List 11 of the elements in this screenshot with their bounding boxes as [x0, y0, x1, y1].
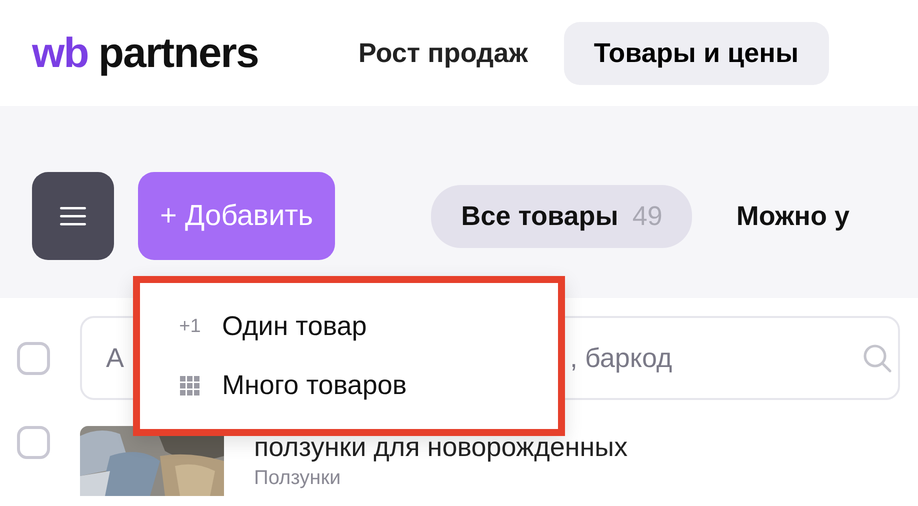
- logo-brand: wb: [32, 29, 88, 77]
- filter-label: Все товары: [461, 200, 618, 232]
- plus-one-icon: +1: [179, 316, 201, 338]
- filter-label: Можно у: [736, 200, 850, 232]
- menu-item-label: Много товаров: [222, 370, 407, 401]
- logo-name: partners: [98, 29, 258, 77]
- product-category: Ползунки: [254, 467, 342, 490]
- search-placeholder: , баркод: [570, 342, 672, 374]
- search-placeholder: А: [106, 342, 124, 374]
- filter-count: 49: [632, 200, 662, 232]
- menu-item-label: Один товар: [222, 311, 367, 342]
